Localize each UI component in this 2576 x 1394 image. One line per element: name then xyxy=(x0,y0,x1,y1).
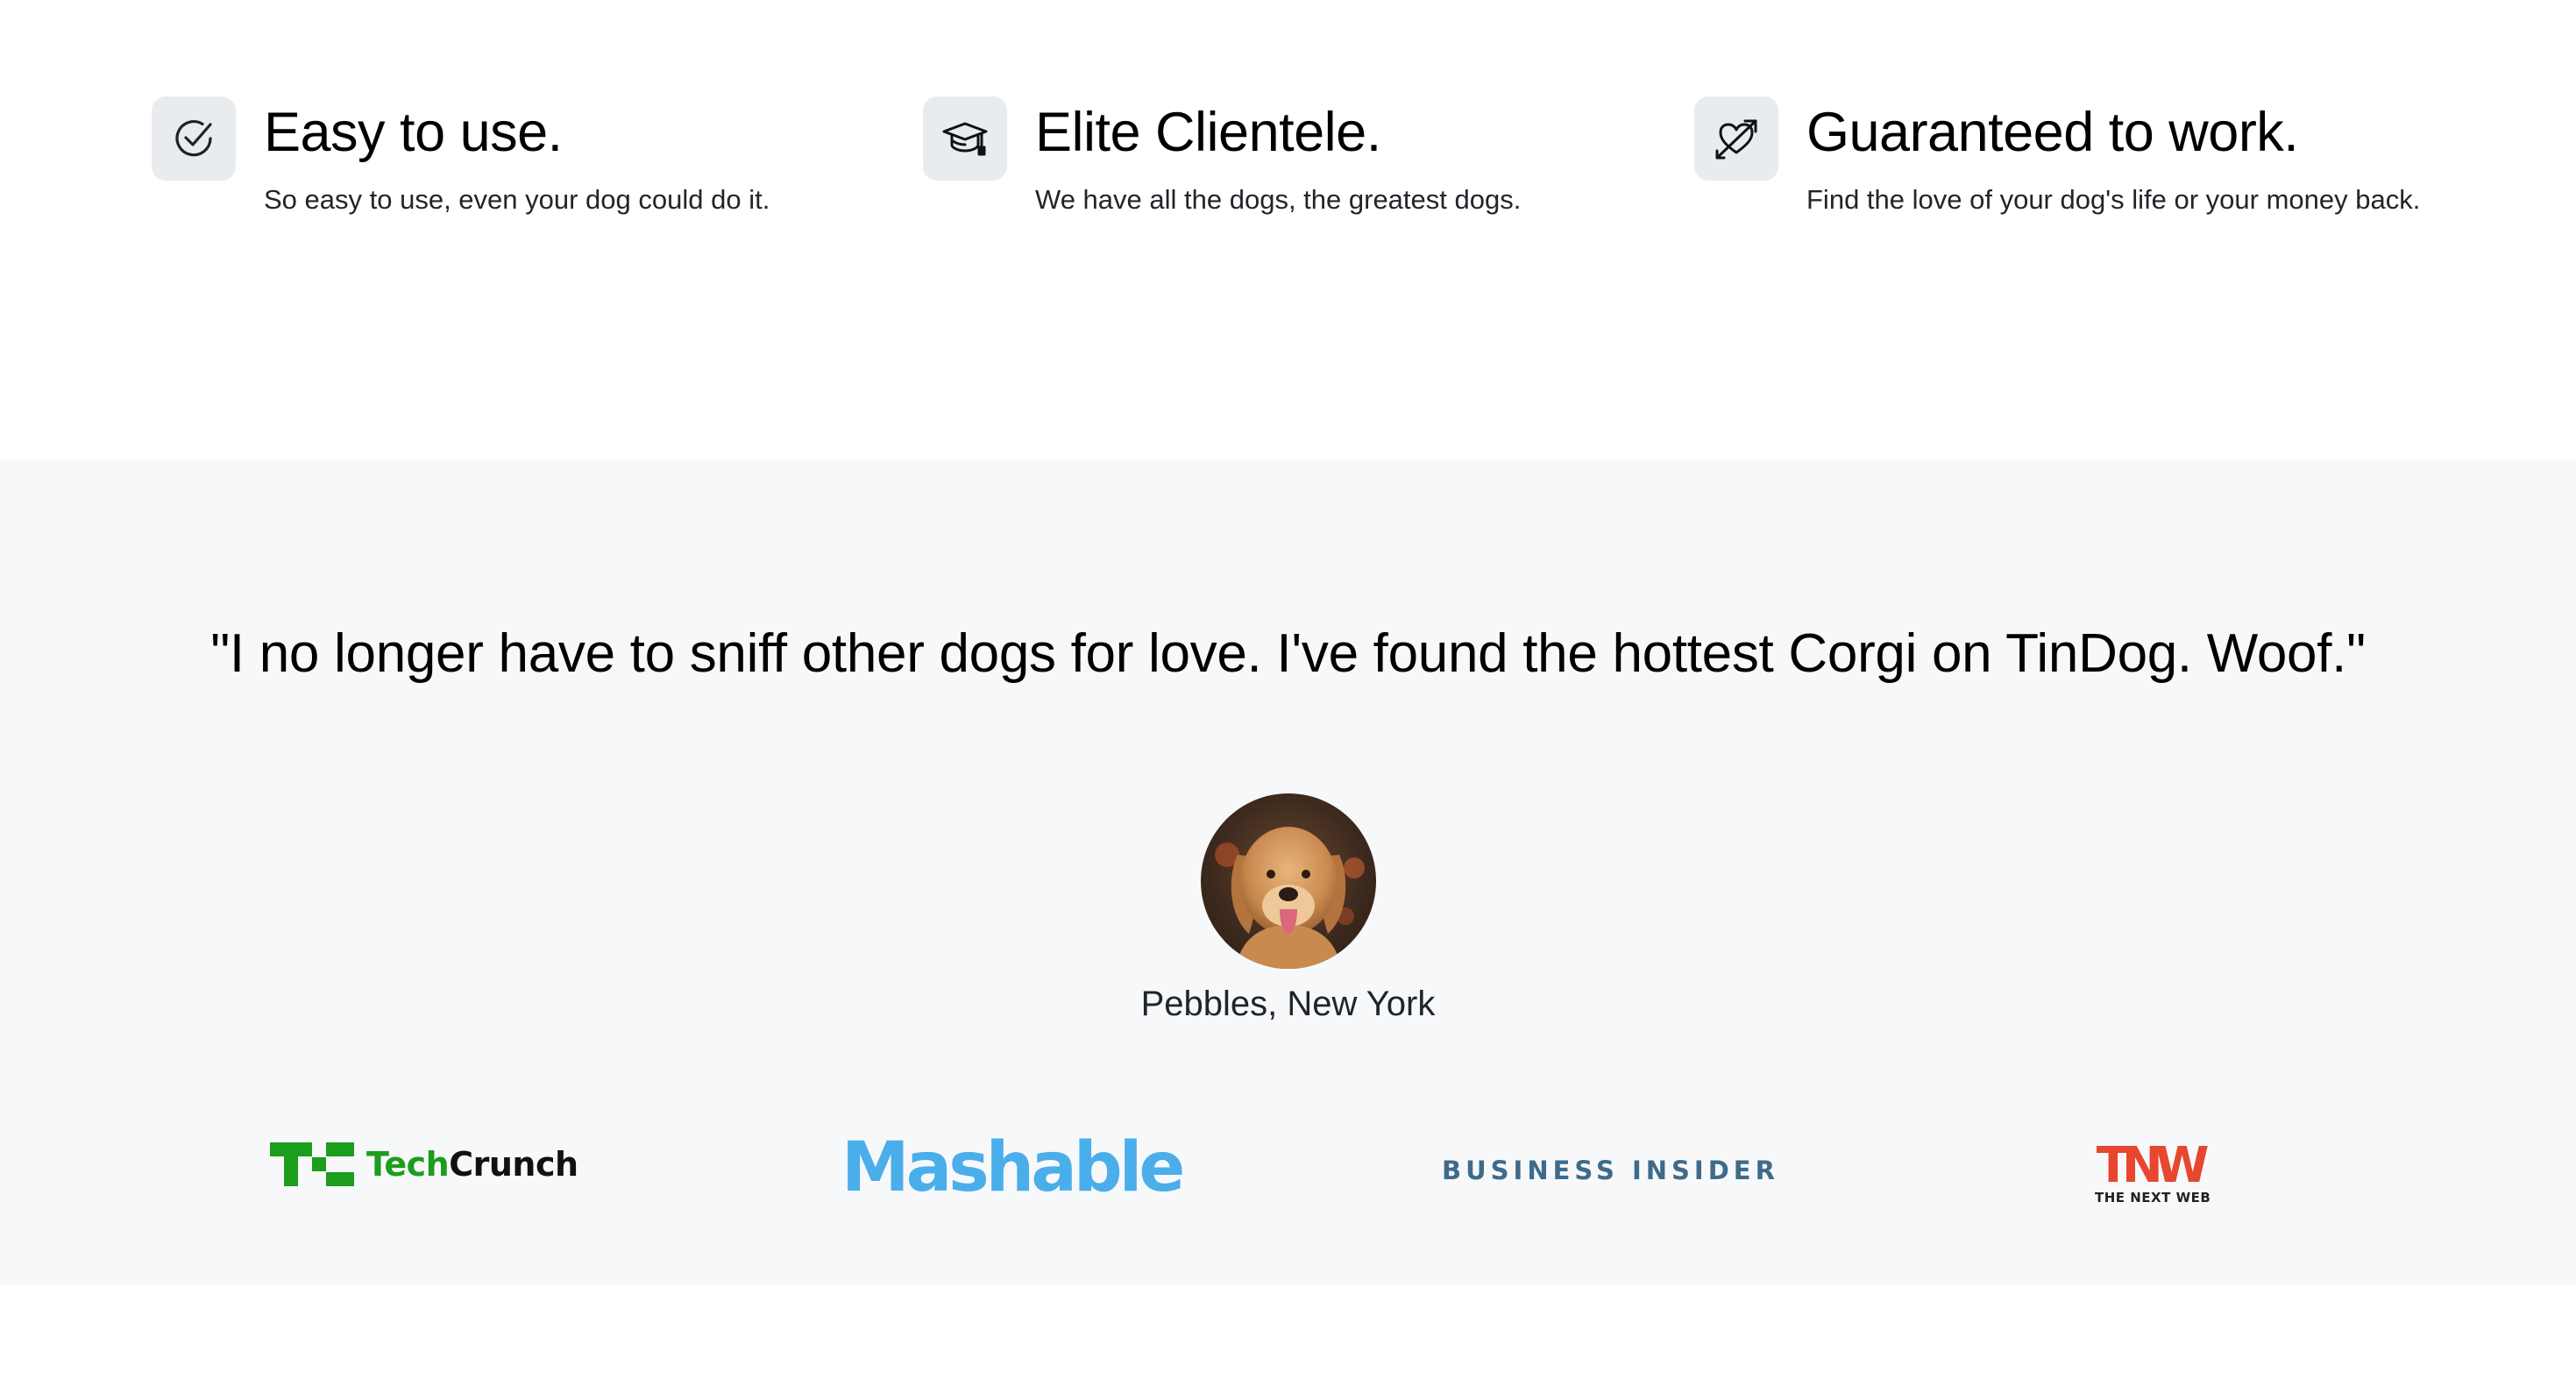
business-insider-logo: BUSINESS INSIDER xyxy=(1442,1156,1779,1185)
tnw-tagline: THE NEXT WEB xyxy=(2095,1190,2211,1206)
feature-elite-clientele: Elite Clientele. We have all the dogs, t… xyxy=(923,96,1624,221)
tnw-logo: TNW THE NEXT WEB xyxy=(2095,1137,2211,1206)
feature-guaranteed: Guaranteed to work. Find the love of you… xyxy=(1694,96,2422,221)
feature-title: Elite Clientele. xyxy=(1035,102,1381,163)
mashable-logo: Mashable xyxy=(841,1128,1185,1207)
techcrunch-mark-icon xyxy=(270,1142,354,1186)
feature-text: Elite Clientele. We have all the dogs, t… xyxy=(1035,96,1521,221)
tnw-mark: TNW xyxy=(2096,1137,2210,1194)
testimonial-author: Pebbles, New York xyxy=(1140,985,1436,1023)
feature-title: Easy to use. xyxy=(264,102,563,163)
feature-easy-to-use: Easy to use. So easy to use, even your d… xyxy=(152,96,853,221)
features-section: Easy to use. So easy to use, even your d… xyxy=(0,0,2576,460)
feature-text: Easy to use. So easy to use, even your d… xyxy=(264,96,770,221)
feature-description: Find the love of your dog's life or your… xyxy=(1806,183,2421,215)
techcrunch-logo: TechCrunch xyxy=(270,1142,578,1186)
heart-arrow-icon xyxy=(1694,96,1778,181)
dog-avatar xyxy=(1201,793,1376,969)
page-bottom-spacer xyxy=(0,1285,2576,1394)
feature-text: Guaranteed to work. Find the love of you… xyxy=(1806,96,2420,221)
page: Easy to use. So easy to use, even your d… xyxy=(0,0,2576,1394)
testimonial-quote: "I no longer have to sniff other dogs fo… xyxy=(210,623,2366,684)
check-circle-icon xyxy=(152,96,236,181)
testimonial-section: "I no longer have to sniff other dogs fo… xyxy=(0,460,2576,1285)
techcrunch-crunch: Crunch xyxy=(449,1145,578,1184)
techcrunch-wordmark: TechCrunch xyxy=(366,1145,578,1184)
feature-description: So easy to use, even your dog could do i… xyxy=(264,183,770,215)
feature-description: We have all the dogs, the greatest dogs. xyxy=(1035,183,1522,215)
techcrunch-tech: Tech xyxy=(366,1145,450,1184)
feature-title: Guaranteed to work. xyxy=(1806,102,2299,163)
graduation-cap-icon xyxy=(923,96,1007,181)
